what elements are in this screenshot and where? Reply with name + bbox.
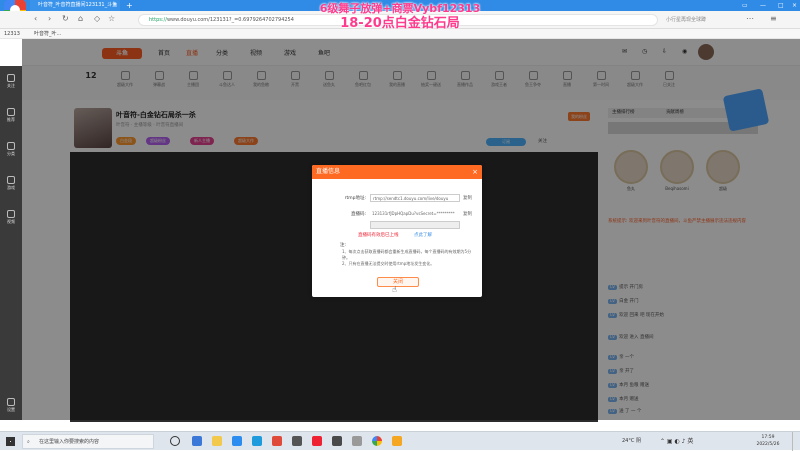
browser-taskbar-icon[interactable] xyxy=(372,436,382,446)
live-info-dialog: 直播信息 × rtmp地址: rtmp://sendtc1.douyu.com/… xyxy=(312,165,482,297)
app-icon[interactable] xyxy=(352,436,362,446)
gear-icon xyxy=(7,398,15,406)
dialog-header: 直播信息 xyxy=(312,165,482,179)
taskbar-search-placeholder: 在这里输入你要搜索的内容 xyxy=(39,439,100,445)
taskbar: ⌕ 在这里输入你要搜索的内容 24°C 阴 ⌃ ▣ ◐ ♪ 英 17:59 2022… xyxy=(0,431,800,451)
grid-icon xyxy=(7,142,15,150)
clock-time: 17:59 xyxy=(761,435,775,440)
folder-icon[interactable] xyxy=(212,436,222,446)
left-sidebar: 关注 推荐 分类 游戏 视频 设置 xyxy=(0,66,22,420)
clock[interactable]: 17:59 2022/5/26 xyxy=(746,434,790,448)
clock-date: 2022/5/26 xyxy=(756,442,780,447)
heart-icon xyxy=(7,74,15,82)
windows-start-icon[interactable] xyxy=(6,437,15,446)
dialog-close-icon[interactable]: × xyxy=(472,165,478,179)
sidebar-item-settings[interactable]: 设置 xyxy=(2,396,20,420)
thumb-icon xyxy=(7,108,15,116)
sidebar-item-follow[interactable]: 关注 xyxy=(2,72,20,96)
app-icon[interactable] xyxy=(272,436,282,446)
app-icon[interactable] xyxy=(332,436,342,446)
copy-code-button[interactable]: 复制 xyxy=(463,211,472,217)
copy-rtmp-button[interactable]: 复制 xyxy=(463,195,472,201)
weather-text[interactable]: 24°C 阴 xyxy=(622,437,641,444)
sidebar-item-game[interactable]: 游戏 xyxy=(2,174,20,198)
app-icon[interactable] xyxy=(292,436,302,446)
stream-code-label: 直播码: xyxy=(350,212,366,217)
gamepad-icon xyxy=(7,176,15,184)
sidebar-item-video[interactable]: 视频 xyxy=(2,208,20,232)
note-line: 1、每次点击获取直播码都会重新生成直播码，每个直播码的有效期为5分钟。 xyxy=(342,249,472,260)
tray-icons[interactable]: ⌃ ▣ ◐ ♪ 英 xyxy=(660,436,693,445)
note-title: 注: xyxy=(340,243,347,248)
stream-code-select[interactable] xyxy=(370,221,460,229)
warning-text: 直播码有效后已上线 xyxy=(358,233,399,238)
app-icon[interactable] xyxy=(252,436,262,446)
show-desktop-button[interactable] xyxy=(792,432,800,451)
app-icon[interactable] xyxy=(312,436,322,446)
rtmp-label: rtmp地址: xyxy=(344,196,366,201)
mouse-cursor-icon: ☝ xyxy=(392,285,397,294)
stream-code-field[interactable]: 123131rfJDpHQapDu?vsSecret=********* xyxy=(370,210,460,218)
edge-icon[interactable] xyxy=(192,436,202,446)
learn-more-link[interactable]: 点此了解 xyxy=(414,232,432,238)
task-view-icon[interactable] xyxy=(170,436,180,446)
app-icon[interactable] xyxy=(392,436,402,446)
dialog-title: 直播信息 xyxy=(316,168,341,175)
close-dialog-button[interactable]: 关闭 xyxy=(377,277,419,287)
store-icon[interactable] xyxy=(232,436,242,446)
taskbar-search-input[interactable]: ⌕ 在这里输入你要搜索的内容 xyxy=(22,434,154,449)
note-line: 2、只有在直播无法提交时使用rtmp地址发生变化。 xyxy=(342,261,435,266)
sidebar-item-recommend[interactable]: 推荐 xyxy=(2,106,20,130)
video-icon xyxy=(7,210,15,218)
search-icon: ⌕ xyxy=(27,439,30,445)
sidebar-item-category[interactable]: 分类 xyxy=(2,140,20,164)
overlay-line-2: 18-20点白金钻石局 xyxy=(340,16,460,31)
rtmp-address-field[interactable]: rtmp://sendtc1.douyu.com/live/douyu xyxy=(370,194,460,202)
